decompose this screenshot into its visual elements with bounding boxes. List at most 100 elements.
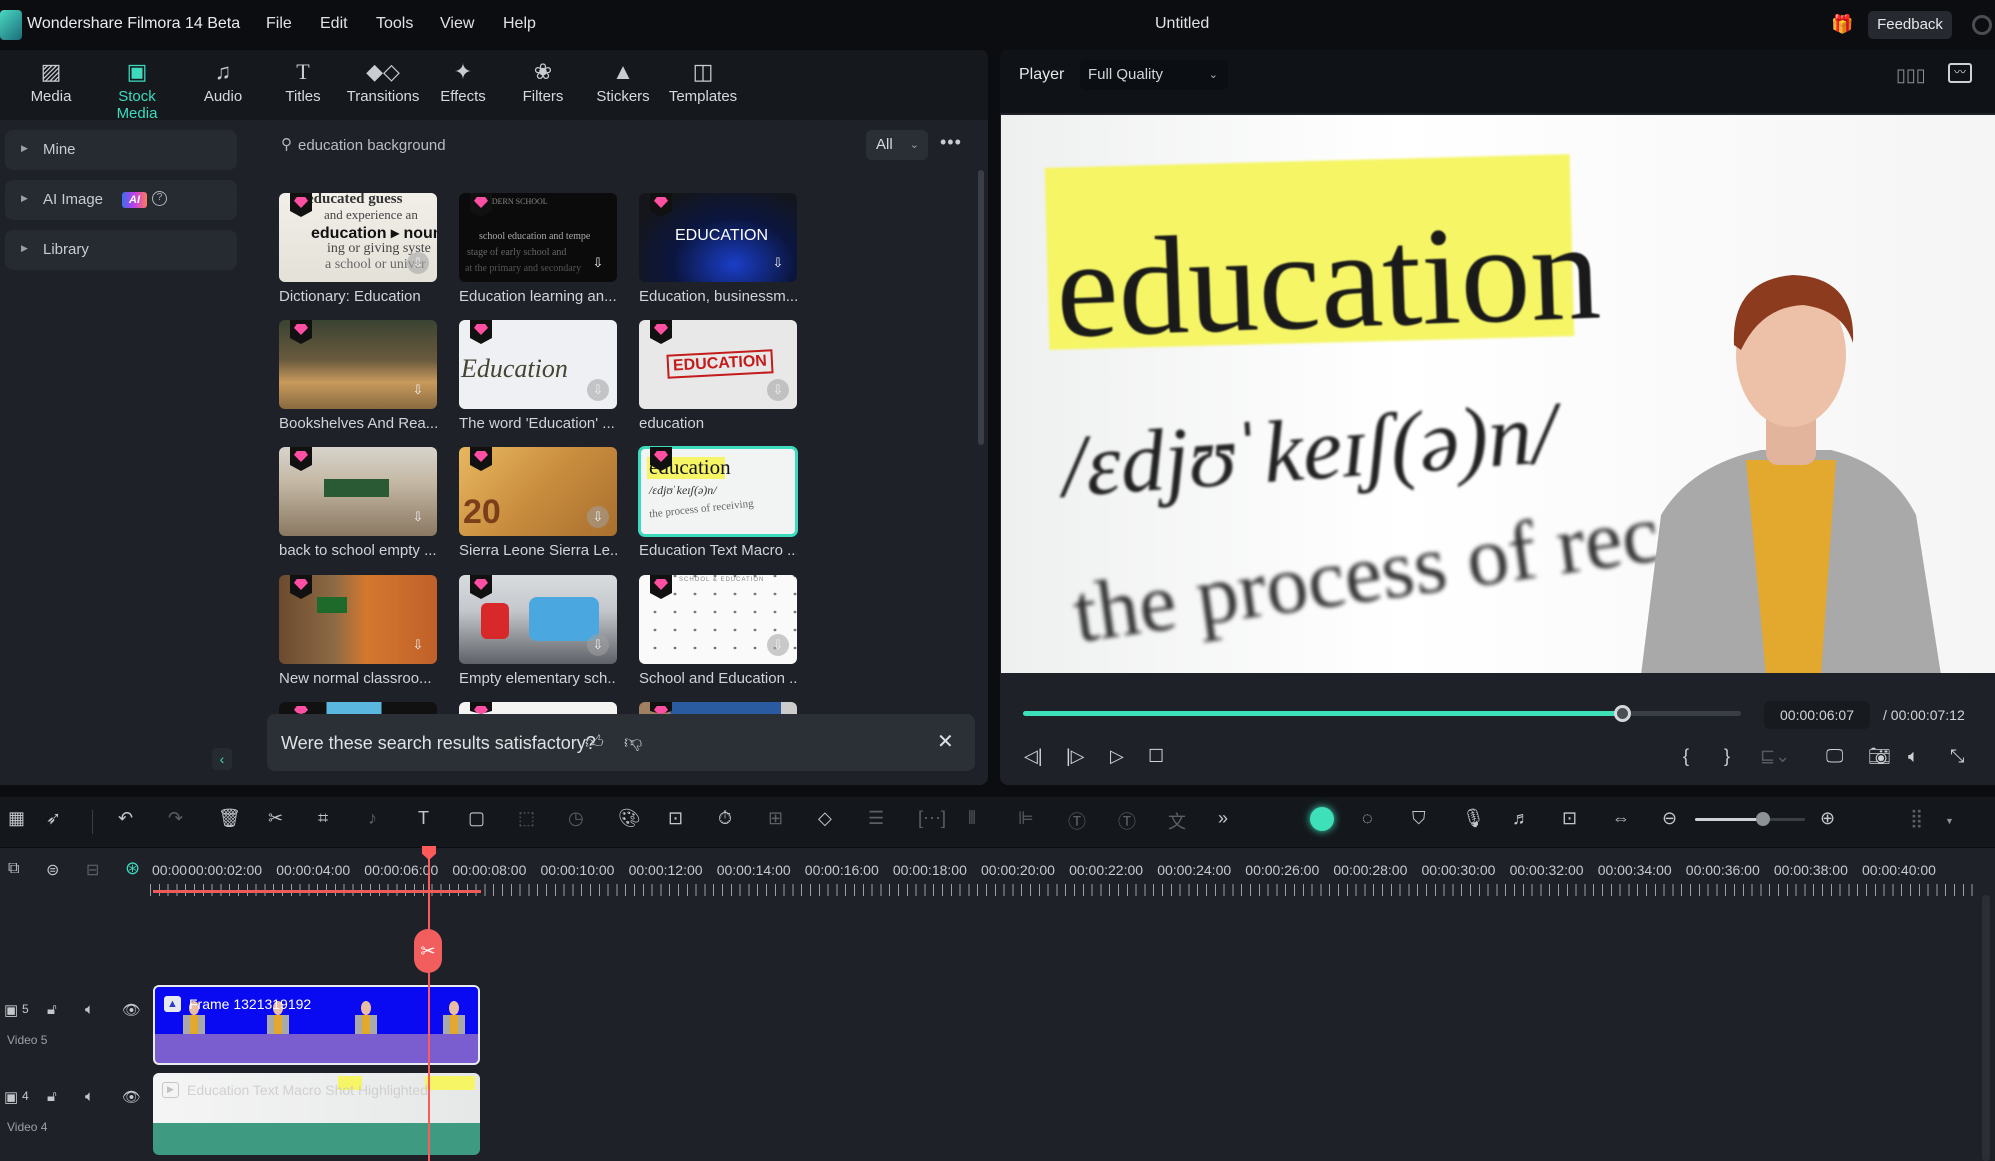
result-card[interactable]: ⇩ back to school empty ... bbox=[279, 447, 437, 559]
music-list-icon[interactable]: ♬ bbox=[1512, 808, 1530, 829]
crop-icon[interactable]: ⌗ bbox=[318, 808, 328, 829]
align-icon[interactable]: ⊫ bbox=[1018, 808, 1034, 829]
menu-edit[interactable]: Edit bbox=[320, 15, 348, 33]
result-thumbnail[interactable]: educated guess and experience an educati… bbox=[279, 193, 437, 282]
mask-icon[interactable]: ⬚ bbox=[518, 808, 535, 829]
magnetic-snap-icon[interactable]: ⊛ bbox=[125, 858, 140, 879]
download-icon[interactable]: ⇩ bbox=[587, 379, 609, 401]
mute-audio-icon[interactable]: 🔈︎ bbox=[85, 1088, 94, 1105]
result-card-selected[interactable]: education /ɛdjʊˈkeɪʃ(ə)n/ the process of… bbox=[638, 446, 798, 559]
download-icon[interactable]: ⇩ bbox=[767, 379, 789, 401]
unlink-icon[interactable]: ⊟ bbox=[86, 860, 99, 880]
add-track-icon[interactable]: ⧉ bbox=[8, 860, 19, 878]
audio-wave-icon[interactable]: ⦀ bbox=[968, 808, 976, 829]
tab-transitions[interactable]: ◆◇ Transitions bbox=[343, 58, 423, 105]
layout-icon[interactable]: ▦ bbox=[8, 808, 25, 829]
feedback-button[interactable]: Feedback bbox=[1868, 11, 1952, 39]
split-at-playhead-button[interactable]: ✂ bbox=[414, 929, 442, 973]
visibility-eye-icon[interactable]: 👁︎ bbox=[122, 1001, 141, 1019]
undo-icon[interactable]: ↶ bbox=[118, 808, 133, 829]
sidebar-item-ai-image[interactable]: ▶ AI Image AI ? bbox=[5, 180, 237, 220]
visibility-eye-icon[interactable]: 👁︎ bbox=[122, 1088, 141, 1106]
text-to-speech-icon[interactable]: Ⓣ bbox=[1068, 808, 1086, 834]
result-card[interactable]: MODERN SCHOOL school education and tempe… bbox=[459, 193, 617, 305]
result-thumbnail[interactable]: ⇩ bbox=[279, 320, 437, 409]
playhead-line[interactable] bbox=[428, 855, 430, 1161]
result-thumbnail[interactable]: MODERN SCHOOL school education and tempe… bbox=[459, 193, 617, 282]
shape-tool-icon[interactable]: ▢ bbox=[468, 808, 485, 829]
delete-icon[interactable]: 🗑︎ bbox=[218, 808, 241, 829]
menu-view[interactable]: View bbox=[440, 15, 474, 33]
result-thumbnail-partial[interactable] bbox=[459, 702, 617, 714]
color-palette-icon[interactable]: 🎨︎ bbox=[618, 808, 641, 829]
menu-help[interactable]: Help bbox=[503, 15, 536, 33]
thumbs-up-icon[interactable]: 👍︎ bbox=[585, 731, 604, 753]
track-layout-chevron-icon[interactable]: ▼ bbox=[1945, 816, 1954, 826]
result-thumbnail-partial[interactable] bbox=[639, 702, 797, 714]
download-icon[interactable]: ⇩ bbox=[767, 252, 789, 274]
quality-select[interactable]: Full Quality ⌄ bbox=[1080, 60, 1228, 90]
result-thumbnail[interactable]: EDUCATION ⇩ bbox=[639, 320, 797, 409]
portrait-icon[interactable]: ⊡ bbox=[668, 808, 683, 829]
tab-titles[interactable]: T Titles bbox=[263, 58, 343, 105]
tab-stock-media[interactable]: ▣ Stock Media bbox=[96, 58, 178, 122]
results-scrollbar[interactable] bbox=[978, 170, 984, 445]
microphone-icon[interactable]: 🎙︎ bbox=[1462, 808, 1485, 829]
select-tool-icon[interactable]: ➶ bbox=[46, 808, 61, 829]
result-thumbnail[interactable]: Education ⇩ bbox=[459, 320, 617, 409]
menu-file[interactable]: File bbox=[266, 15, 292, 33]
snapshot-camera-icon[interactable]: 📷︎ bbox=[1868, 746, 1891, 767]
tab-audio[interactable]: ♫ Audio bbox=[183, 58, 263, 105]
sidebar-item-library[interactable]: ▶ Library bbox=[5, 230, 237, 270]
result-card[interactable]: ⇩ Empty elementary sch... bbox=[459, 575, 617, 687]
marker-icon[interactable]: ⛉ bbox=[1412, 808, 1426, 829]
tab-filters[interactable]: ❀ Filters bbox=[503, 58, 583, 105]
lock-icon[interactable]: 🔓︎ bbox=[47, 1088, 57, 1105]
fit-timeline-icon[interactable]: ⇔ bbox=[1612, 808, 1630, 829]
timeline-clip-frame[interactable]: ▲ Frame 1321319192 bbox=[153, 985, 480, 1065]
result-thumbnail[interactable]: EDUCATION ⇩ bbox=[639, 193, 797, 282]
result-thumbnail[interactable]: ⇩ bbox=[459, 575, 617, 664]
result-thumbnail[interactable]: 20 ⇩ bbox=[459, 447, 617, 536]
grid-view-icon[interactable]: ▯▯▯ bbox=[1896, 65, 1926, 86]
render-preview-icon[interactable]: ◌ bbox=[1362, 808, 1373, 829]
result-card[interactable]: Education ⇩ The word 'Education' ... bbox=[459, 320, 617, 432]
audio-detach-icon[interactable]: ♪ bbox=[368, 808, 377, 829]
timeline-clip-education-text[interactable]: ▶ Education Text Macro Shot Highlighted bbox=[153, 1073, 480, 1155]
tab-templates[interactable]: ◫ Templates bbox=[663, 58, 743, 105]
download-icon[interactable]: ⇩ bbox=[587, 252, 609, 274]
result-card[interactable]: EDUCATION ⇩ education bbox=[639, 320, 797, 432]
result-card[interactable]: SCHOOL & EDUCATION ⇩ School and Educatio… bbox=[639, 575, 797, 687]
mute-audio-icon[interactable]: 🔈︎ bbox=[85, 1001, 94, 1018]
download-icon[interactable]: ⇩ bbox=[587, 634, 609, 656]
insert-clip-icon[interactable]: ⊑⌄ bbox=[1760, 746, 1790, 767]
keyframe-icon[interactable]: ◇ bbox=[818, 808, 832, 829]
translate-icon[interactable]: 文 bbox=[1168, 808, 1186, 834]
volume-icon[interactable]: 🔈︎ bbox=[1908, 746, 1919, 767]
redo-icon[interactable]: ↷ bbox=[168, 808, 183, 829]
collapse-sidebar-button[interactable]: ‹ bbox=[212, 748, 232, 770]
download-icon[interactable]: ⇩ bbox=[407, 379, 429, 401]
mark-in-icon[interactable]: { bbox=[1683, 746, 1689, 767]
auto-reframe-icon[interactable]: ⊞ bbox=[768, 808, 783, 829]
sidebar-item-mine[interactable]: ▶ Mine bbox=[5, 130, 237, 170]
download-icon[interactable]: ⇩ bbox=[407, 634, 429, 656]
previous-frame-icon[interactable]: ◁| bbox=[1024, 746, 1043, 767]
ai-copilot-icon[interactable] bbox=[1310, 807, 1334, 831]
more-tools-icon[interactable]: » bbox=[1218, 808, 1228, 829]
video-preview[interactable]: education /ɛdjʊˈkeɪʃ(ə)n/ the process of… bbox=[1001, 115, 1995, 673]
timeline-vertical-scrollbar[interactable] bbox=[1982, 895, 1990, 1161]
timer-icon[interactable]: ⏱︎ bbox=[718, 808, 732, 829]
result-card[interactable]: EDUCATION ⇩ Education, businessm... bbox=[639, 193, 797, 305]
gift-icon[interactable]: 🎁 bbox=[1831, 14, 1853, 34]
result-thumbnail-partial[interactable] bbox=[279, 702, 437, 714]
filter-select[interactable]: All ⌄ bbox=[866, 130, 928, 160]
zoom-out-icon[interactable]: ⊖ bbox=[1662, 808, 1677, 829]
help-icon[interactable]: ? bbox=[152, 191, 167, 206]
split-scissors-icon[interactable]: ✂ bbox=[268, 808, 283, 829]
track-layout-icon[interactable]: ⣿ bbox=[1910, 808, 1923, 829]
stop-icon[interactable]: ☐ bbox=[1148, 746, 1164, 767]
download-icon[interactable]: ⇩ bbox=[587, 506, 609, 528]
speech-to-text-icon[interactable]: Ⓣ bbox=[1118, 808, 1136, 834]
download-icon[interactable]: ⇩ bbox=[407, 252, 429, 274]
